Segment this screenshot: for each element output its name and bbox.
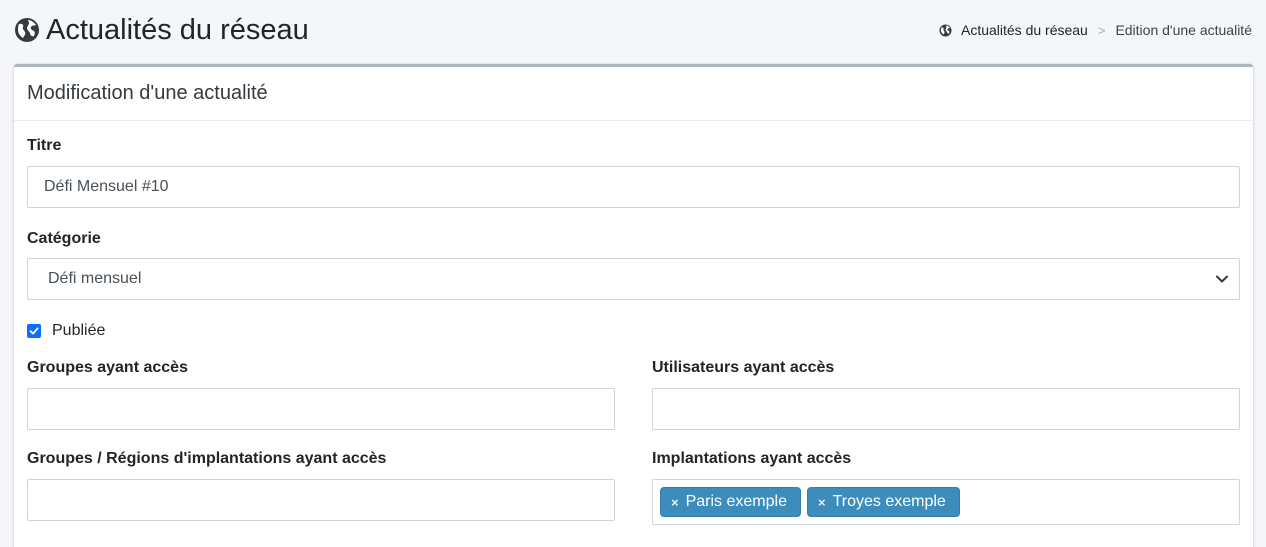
implantation-tag-label: Troyes exemple [832, 493, 946, 510]
publiee-checkbox-row[interactable]: Publiée [27, 322, 105, 340]
categorie-select[interactable]: Défi mensuel [27, 258, 1240, 300]
titre-input[interactable]: Défi Mensuel #10 [27, 166, 1240, 208]
checkmark-icon [29, 327, 39, 335]
categorie-selected-value: Défi mensuel [48, 270, 142, 287]
breadcrumb-current: Edition d'une actualité [1115, 22, 1252, 38]
implantation-tag: × Troyes exemple [806, 487, 960, 517]
globe-icon [15, 18, 39, 42]
implantations-label: Implantations ayant accès [652, 450, 852, 467]
categorie-label: Catégorie [27, 230, 101, 247]
breadcrumb-link-actualites[interactable]: Actualités du réseau [961, 22, 1088, 38]
page-title-text: Actualités du réseau [46, 13, 309, 46]
card-title: Modification d'une actualité [14, 67, 1253, 121]
publiee-checkbox[interactable] [27, 324, 41, 338]
breadcrumb: Actualités du réseau > Edition d'une act… [939, 22, 1252, 38]
edit-news-card: Modification d'une actualité Titre Défi … [14, 64, 1253, 547]
implantation-tag: × Paris exemple [660, 487, 801, 517]
breadcrumb-separator: > [1097, 22, 1106, 38]
remove-tag-icon[interactable]: × [671, 495, 679, 510]
groupes-label: Groupes ayant accès [27, 359, 188, 376]
publiee-label[interactable]: Publiée [52, 322, 105, 340]
utilisateurs-label: Utilisateurs ayant accès [652, 359, 835, 376]
page-title: Actualités du réseau [14, 14, 309, 47]
groupes-regions-input[interactable] [27, 479, 615, 521]
titre-label: Titre [27, 137, 62, 154]
chevron-down-icon [1216, 275, 1228, 283]
implantations-multiselect[interactable]: × Paris exemple × Troyes exemple [652, 479, 1240, 525]
globe-icon [939, 24, 952, 36]
remove-tag-icon[interactable]: × [818, 495, 826, 510]
groupes-input[interactable] [27, 388, 615, 430]
utilisateurs-input[interactable] [652, 388, 1240, 430]
groupes-regions-label: Groupes / Régions d'implantations ayant … [27, 450, 387, 467]
page-header: Actualités du réseau Actualités du résea… [14, 10, 1252, 50]
implantation-tag-label: Paris exemple [685, 493, 787, 510]
